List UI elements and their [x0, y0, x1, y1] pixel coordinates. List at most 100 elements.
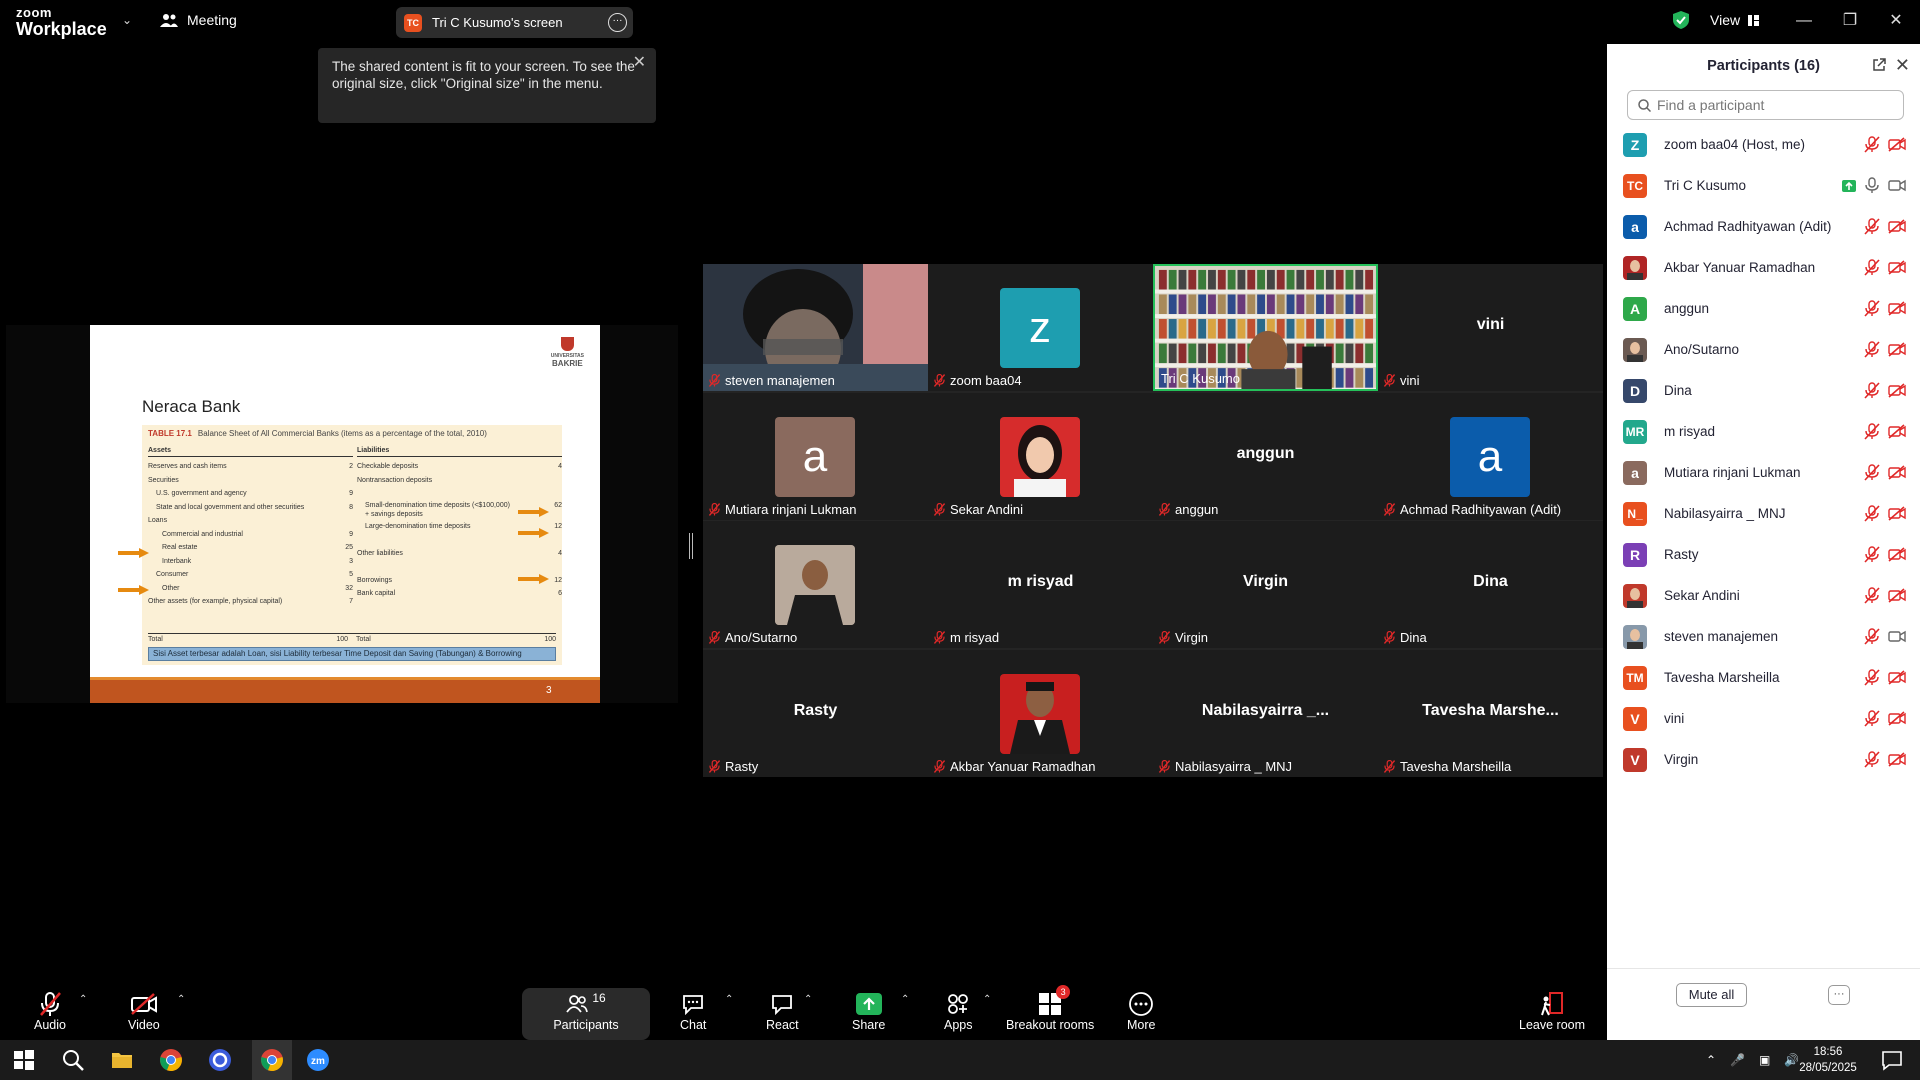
- notification-icon[interactable]: [1880, 1048, 1904, 1072]
- mic-muted-icon[interactable]: [1864, 382, 1880, 399]
- mic-muted-icon[interactable]: [1864, 423, 1880, 440]
- mic-muted-icon[interactable]: [1864, 218, 1880, 235]
- video-tile[interactable]: vini vini: [1378, 264, 1603, 391]
- video-tile[interactable]: Tavesha Marshe... Tavesha Marsheilla: [1378, 649, 1603, 777]
- video-options-caret[interactable]: ⌃: [177, 994, 185, 1005]
- mic-muted-icon[interactable]: [1864, 669, 1880, 686]
- mic-muted-icon[interactable]: [1864, 546, 1880, 563]
- video-icon[interactable]: [1888, 629, 1906, 644]
- view-button[interactable]: View: [1710, 12, 1760, 28]
- mic-muted-icon[interactable]: [1864, 136, 1880, 153]
- participant-row[interactable]: MR m risyad: [1607, 411, 1920, 452]
- chat-button[interactable]: Chat: [680, 980, 706, 1040]
- leave-room-button[interactable]: Leave room: [1519, 980, 1585, 1040]
- react-options-caret[interactable]: ⌃: [804, 994, 812, 1005]
- audio-options-caret[interactable]: ⌃: [79, 994, 87, 1005]
- video-off-icon[interactable]: [1888, 219, 1906, 234]
- chat-options-caret[interactable]: ⌃: [725, 994, 733, 1005]
- close-icon[interactable]: ✕: [633, 54, 646, 71]
- video-tile[interactable]: Ano/Sutarno: [703, 521, 928, 648]
- meeting-info-button[interactable]: Meeting: [160, 12, 237, 28]
- participant-row[interactable]: Akbar Yanuar Ramadhan: [1607, 247, 1920, 288]
- participants-button[interactable]: 16 Participants: [552, 980, 620, 1040]
- video-off-icon[interactable]: [1888, 588, 1906, 603]
- video-tile[interactable]: anggun anggun: [1153, 392, 1378, 520]
- video-off-icon[interactable]: [1888, 670, 1906, 685]
- share-button[interactable]: Share: [852, 980, 885, 1040]
- video-tile[interactable]: Akbar Yanuar Ramadhan: [928, 649, 1153, 777]
- more-options-button[interactable]: ···: [1828, 985, 1850, 1005]
- shared-content-area[interactable]: UNIVERSITAS BAKRIE Neraca Bank TABLE 17.…: [6, 325, 678, 703]
- app-icon[interactable]: [208, 1048, 232, 1072]
- participant-row[interactable]: D Dina: [1607, 370, 1920, 411]
- video-off-icon[interactable]: [1888, 301, 1906, 316]
- close-icon[interactable]: ✕: [1895, 55, 1910, 76]
- mic-icon[interactable]: [1864, 177, 1880, 194]
- mic-muted-icon[interactable]: [1864, 300, 1880, 317]
- video-tile[interactable]: m risyad m risyad: [928, 521, 1153, 648]
- video-off-icon[interactable]: [1888, 752, 1906, 767]
- participant-row[interactable]: Zzoom baa04 (Host, me): [1607, 124, 1920, 165]
- system-clock[interactable]: 18:56 28/05/2025: [1788, 1044, 1868, 1076]
- shield-check-icon[interactable]: [1672, 10, 1690, 30]
- minimize-button[interactable]: —: [1784, 8, 1824, 34]
- participant-row[interactable]: Sekar Andini: [1607, 575, 1920, 616]
- participant-row[interactable]: N_ Nabilasyairra _ MNJ: [1607, 493, 1920, 534]
- video-off-icon[interactable]: [1888, 260, 1906, 275]
- video-off-icon[interactable]: [1888, 711, 1906, 726]
- video-off-icon[interactable]: [1888, 506, 1906, 521]
- video-off-icon[interactable]: [1888, 342, 1906, 357]
- video-off-icon[interactable]: [1888, 424, 1906, 439]
- participant-row[interactable]: Aanggun: [1607, 288, 1920, 329]
- participant-row[interactable]: R Rasty: [1607, 534, 1920, 575]
- participant-row[interactable]: TC Tri C Kusumo: [1607, 165, 1920, 206]
- participant-row[interactable]: V Virgin: [1607, 739, 1920, 780]
- apps-button[interactable]: Apps: [944, 980, 973, 1040]
- more-button[interactable]: More: [1127, 980, 1155, 1040]
- mic-muted-icon[interactable]: [1864, 628, 1880, 645]
- react-button[interactable]: React: [766, 980, 799, 1040]
- chevron-up-icon[interactable]: ⌃: [1706, 1053, 1716, 1067]
- split-view-handle[interactable]: [689, 533, 693, 559]
- video-tile[interactable]: Tri C Kusumo: [1153, 264, 1378, 391]
- video-tile[interactable]: Rasty Rasty: [703, 649, 928, 777]
- windows-start-icon[interactable]: [12, 1048, 36, 1072]
- apps-options-caret[interactable]: ⌃: [983, 994, 991, 1005]
- mic-muted-icon[interactable]: [1864, 341, 1880, 358]
- participant-row[interactable]: Vvini: [1607, 698, 1920, 739]
- video-icon[interactable]: [1888, 178, 1906, 193]
- video-off-icon[interactable]: [1888, 465, 1906, 480]
- maximize-button[interactable]: ❐: [1830, 8, 1870, 34]
- chrome-icon[interactable]: [260, 1048, 284, 1072]
- zoom-icon[interactable]: zm: [306, 1048, 330, 1072]
- breakout-rooms-button[interactable]: 3 Breakout rooms: [1006, 980, 1094, 1040]
- shared-screen-tab[interactable]: TC Tri C Kusumo's screen ···: [396, 7, 633, 38]
- video-off-icon[interactable]: [1888, 547, 1906, 562]
- video-tile[interactable]: z zoom baa04: [928, 264, 1153, 391]
- mic-muted-icon[interactable]: [1864, 751, 1880, 768]
- chrome-icon[interactable]: [159, 1048, 183, 1072]
- participant-row[interactable]: Ano/Sutarno: [1607, 329, 1920, 370]
- mic-muted-icon[interactable]: [1864, 259, 1880, 276]
- mic-muted-icon[interactable]: [1864, 464, 1880, 481]
- mic-muted-icon[interactable]: [1864, 587, 1880, 604]
- chevron-down-icon[interactable]: ⌄: [122, 13, 132, 27]
- mute-all-button[interactable]: Mute all: [1676, 983, 1747, 1007]
- video-tile[interactable]: a Mutiara rinjani Lukman: [703, 392, 928, 520]
- network-icon[interactable]: ▣: [1759, 1053, 1770, 1067]
- video-tile[interactable]: Dina Dina: [1378, 521, 1603, 648]
- audio-button[interactable]: Audio: [34, 980, 66, 1040]
- mic-muted-icon[interactable]: [1864, 710, 1880, 727]
- participant-row[interactable]: steven manajemen: [1607, 616, 1920, 657]
- video-tile[interactable]: Virgin Virgin: [1153, 521, 1378, 648]
- close-window-button[interactable]: ✕: [1876, 8, 1916, 34]
- zoom-workplace-logo[interactable]: zoom Workplace: [16, 6, 107, 38]
- search-icon[interactable]: [61, 1048, 85, 1072]
- video-tile[interactable]: Sekar Andini: [928, 392, 1153, 520]
- video-tile[interactable]: Nabilasyairra _... Nabilasyairra _ MNJ: [1153, 649, 1378, 777]
- video-off-icon[interactable]: [1888, 383, 1906, 398]
- video-tile[interactable]: a Achmad Radhityawan (Adit): [1378, 392, 1603, 520]
- participant-search-input[interactable]: Find a participant: [1627, 90, 1904, 120]
- participant-row[interactable]: a Mutiara rinjani Lukman: [1607, 452, 1920, 493]
- participant-row[interactable]: a Achmad Radhityawan (Adit): [1607, 206, 1920, 247]
